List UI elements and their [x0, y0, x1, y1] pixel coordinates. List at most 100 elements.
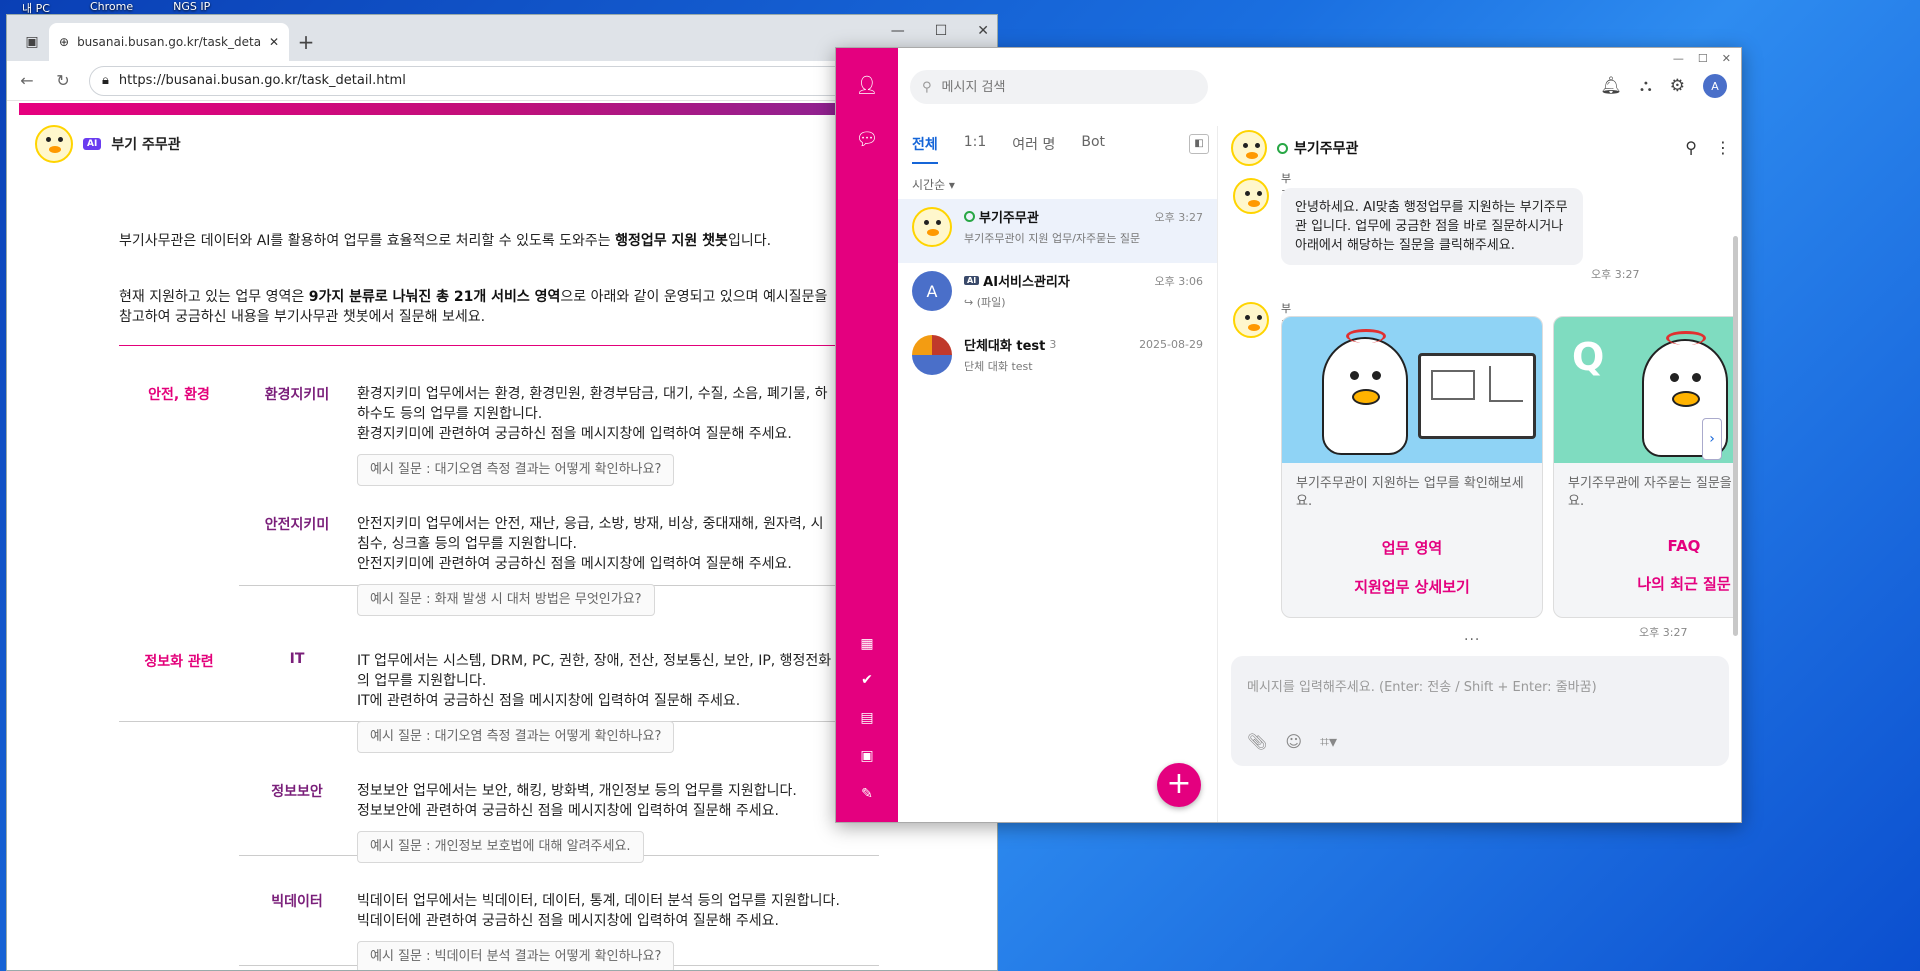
- online-status-icon: [1277, 142, 1288, 154]
- card-illustration: [1282, 317, 1542, 463]
- search-icon: ⚲: [922, 79, 932, 95]
- tab-group[interactable]: 여러 명: [1012, 126, 1055, 162]
- card-description: 부기주무관에 자주묻는 질문을 확인해보세요.: [1568, 476, 1733, 509]
- ai-badge: AI: [964, 276, 980, 285]
- calendar-icon[interactable]: ▦: [855, 632, 879, 656]
- chat-time: 오후 3:27: [1154, 210, 1203, 224]
- minimize-icon[interactable]: —: [891, 23, 905, 39]
- card-link-business-area[interactable]: 업무 영역: [1282, 537, 1542, 558]
- tab-title: busanai.busan.go.kr/task_detail.ht: [77, 35, 261, 49]
- profile-icon[interactable]: 👤︎: [855, 74, 879, 98]
- tab-bot[interactable]: Bot: [1081, 126, 1105, 158]
- close-tab-icon[interactable]: ✕: [269, 35, 279, 49]
- pin-icon[interactable]: ✎: [855, 782, 879, 806]
- bell-icon[interactable]: 🔔︎: [1600, 76, 1622, 96]
- chat-room-header: 부기주무관 ⚲ ⋮: [1219, 126, 1741, 170]
- chat-filter-tabs: 전체 1:1 여러 명 Bot ◧: [898, 126, 1217, 166]
- crop-capture-icon[interactable]: ⌗▾: [1320, 732, 1337, 752]
- top-actions: 🔔︎ ⛬ ⚙ A: [1600, 74, 1727, 98]
- message-search-input[interactable]: [941, 79, 1182, 95]
- archive-icon[interactable]: ▣: [855, 744, 879, 768]
- minimize-icon[interactable]: —: [1673, 52, 1684, 65]
- chat-icon[interactable]: 💬︎: [855, 128, 879, 152]
- avatar: A: [912, 271, 952, 311]
- bot-avatar: [1233, 302, 1269, 338]
- panel-toggle-icon[interactable]: ◧: [1189, 134, 1209, 154]
- card-link-faq[interactable]: FAQ: [1554, 537, 1733, 555]
- message-time: 오후 3:27: [1591, 268, 1640, 281]
- chat-list-panel: 전체 1:1 여러 명 Bot ◧ 시간순 ▾ 부기주무관 오후 3:27 부기…: [898, 126, 1218, 822]
- chat-list-item[interactable]: 부기주무관 오후 3:27 부기주무관이 지원 업무/자주묻는 질문: [898, 199, 1217, 263]
- mascot-logo-icon: [35, 125, 73, 163]
- more-menu-icon[interactable]: ⋮: [1715, 138, 1731, 157]
- service-name: 환경지키미: [264, 387, 330, 403]
- messenger-side-rail: 👤︎ 💬︎ ▦ ✔ ▤ ▣ ✎: [836, 48, 898, 822]
- message-search[interactable]: ⚲: [910, 70, 1208, 104]
- carousel-card: Q 부기주무관에 자주묻는 질문을 확인해보세요. FAQ 나의 최근 질문: [1553, 316, 1733, 618]
- org-chart-icon[interactable]: ⛬: [1640, 76, 1652, 96]
- site-title[interactable]: 부기 주무관: [111, 134, 180, 154]
- back-icon[interactable]: ←: [17, 71, 37, 90]
- desktop-icon-my-pc[interactable]: 내 PC: [22, 0, 50, 15]
- presentation-board-icon: [1418, 353, 1536, 439]
- close-icon[interactable]: ✕: [977, 23, 989, 39]
- search-icon[interactable]: ⚲: [1685, 138, 1697, 157]
- chat-room-title: 부기주무관: [1294, 141, 1359, 157]
- desktop-icon-labels: 내 PC Chrome NGS IP: [0, 0, 210, 15]
- card-description: 부기주무관이 지원하는 업무를 확인해보세요.: [1296, 476, 1524, 509]
- service-name: 빅데이터: [271, 894, 323, 910]
- tab-all[interactable]: 전체: [912, 126, 938, 164]
- service-description: 빅데이터 업무에서는 빅데이터, 데이터, 통계, 데이터 분석 등의 업무를 …: [357, 891, 917, 970]
- new-tab-button[interactable]: +: [289, 23, 323, 61]
- online-status-icon: [964, 211, 975, 222]
- todo-check-icon[interactable]: ✔: [855, 668, 879, 692]
- emoji-icon[interactable]: ☺: [1285, 732, 1302, 752]
- service-name: 안전지키미: [264, 517, 330, 533]
- reload-icon[interactable]: ↻: [53, 71, 73, 90]
- chat-name: 부기주무관: [979, 211, 1039, 226]
- desktop-icon-ngs-ip[interactable]: NGS IP: [173, 0, 210, 14]
- maximize-icon[interactable]: ☐: [935, 23, 948, 39]
- maximize-icon[interactable]: ☐: [1698, 52, 1708, 65]
- messenger-top-bar: ⚲ — ☐ ✕ 🔔︎ ⛬ ⚙ A: [898, 48, 1741, 126]
- clipboard-icon[interactable]: ▤: [855, 706, 879, 730]
- composer-tools: 📎︎ ☺ ⌗▾: [1247, 732, 1337, 752]
- message-composer[interactable]: 메시지를 입력해주세요. (Enter: 전송 / Shift + Enter:…: [1231, 656, 1729, 766]
- category-label: 정보화 관련: [144, 654, 214, 670]
- message-scrollbar[interactable]: [1733, 236, 1738, 636]
- card-link-detail[interactable]: 지원업무 상세보기: [1282, 576, 1542, 597]
- url-text[interactable]: https://busanai.busan.go.kr/task_detail.…: [119, 73, 935, 88]
- example-question-chip[interactable]: 예시 질문 : 빅데이터 분석 결과는 어떻게 확인하나요?: [357, 941, 675, 970]
- example-question-chip[interactable]: 예시 질문 : 화재 발생 시 대처 방법은 무엇인가요?: [357, 584, 655, 616]
- example-question-chip[interactable]: 예시 질문 : 개인정보 보호법에 대해 알려주세요.: [357, 831, 644, 863]
- chat-name: 단체대화 test: [964, 339, 1046, 354]
- example-question-chip[interactable]: 예시 질문 : 대기오염 측정 결과는 어떻게 확인하나요?: [357, 454, 675, 486]
- ai-badge: AI: [83, 138, 102, 150]
- chat-name: AI서비스관리자: [983, 275, 1070, 290]
- tab-one-on-one[interactable]: 1:1: [964, 126, 987, 158]
- messenger-window-controls: — ☐ ✕: [1673, 52, 1731, 65]
- gear-icon[interactable]: ⚙: [1670, 76, 1685, 96]
- message: 부기주무관 안녕하세요. AI맞춤 행정업무를 지원하는 부기주무관 입니다. …: [1233, 172, 1639, 281]
- new-chat-button[interactable]: +: [1157, 763, 1201, 807]
- example-question-chip[interactable]: 예시 질문 : 대기오염 측정 결과는 어떻게 확인하나요?: [357, 721, 675, 753]
- attach-icon[interactable]: 📎︎: [1247, 732, 1267, 752]
- desktop-icon-chrome[interactable]: Chrome: [90, 0, 133, 14]
- carousel-next-icon[interactable]: ›: [1702, 418, 1722, 460]
- lock-icon[interactable]: 🔒︎: [102, 73, 109, 88]
- chat-time: 2025-08-29: [1139, 338, 1203, 351]
- close-icon[interactable]: ✕: [1722, 52, 1731, 65]
- service-description: IT 업무에서는 시스템, DRM, PC, 권한, 장애, 전산, 정보통신,…: [357, 651, 917, 753]
- message-time: 오후 3:27: [1639, 626, 1688, 639]
- avatar[interactable]: A: [1703, 74, 1727, 98]
- browser-tab[interactable]: ⊕ busanai.busan.go.kr/task_detail.ht ✕: [49, 23, 289, 61]
- service-description: 정보보안 업무에서는 보안, 해킹, 방화벽, 개인정보 등의 업무를 지원합니…: [357, 781, 917, 863]
- member-count: 3: [1049, 338, 1057, 351]
- duck-mascot-icon: [1322, 329, 1408, 455]
- composer-placeholder[interactable]: 메시지를 입력해주세요. (Enter: 전송 / Shift + Enter:…: [1247, 676, 1597, 695]
- tab-actions-icon[interactable]: ▣: [15, 23, 49, 61]
- sort-dropdown[interactable]: 시간순 ▾: [898, 166, 1217, 199]
- card-link-recent[interactable]: 나의 최근 질문: [1554, 573, 1733, 594]
- chat-list-item[interactable]: A AI AI서비스관리자 오후 3:06 ↪ (파일): [898, 263, 1217, 327]
- chat-list-item[interactable]: 단체대화 test 3 2025-08-29 단체 대화 test: [898, 327, 1217, 391]
